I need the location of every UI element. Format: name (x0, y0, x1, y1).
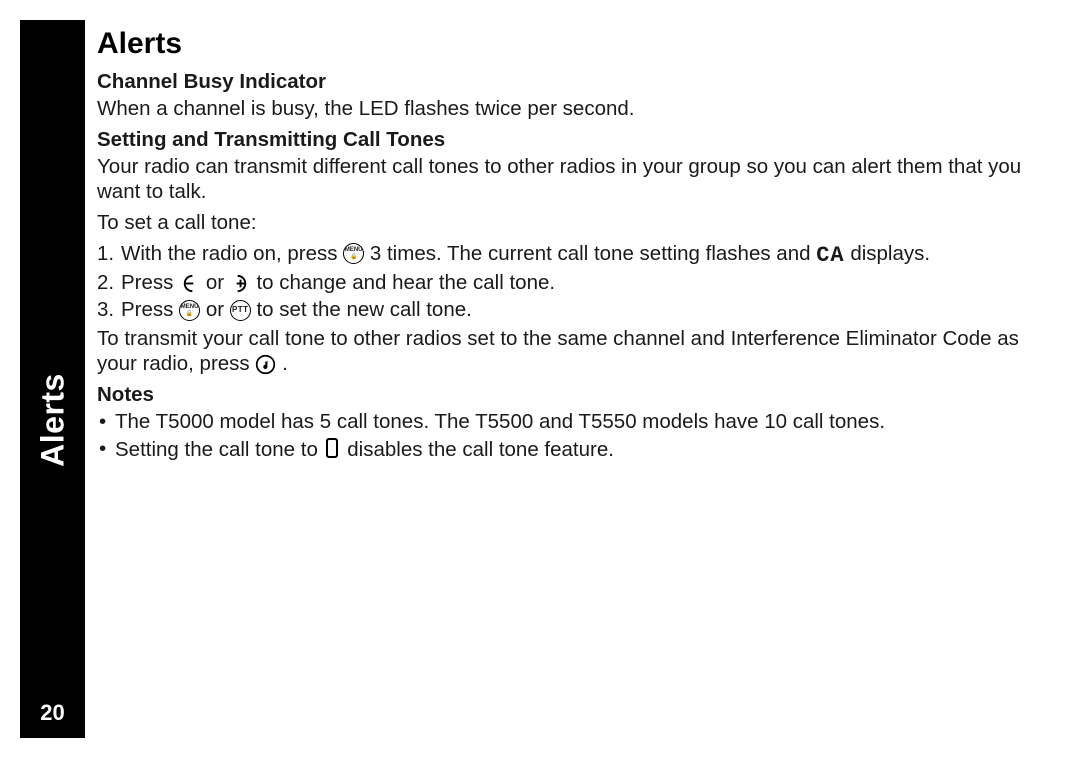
note-2-text-b: disables the call tone feature. (347, 438, 614, 461)
step-1-text-c: displays. (850, 242, 930, 265)
para-call-tones-intro: Your radio can transmit different call t… (97, 154, 1050, 204)
plus-arrow-icon (230, 273, 251, 294)
transmit-text-b: . (282, 352, 288, 375)
subhead-call-tones: Setting and Transmitting Call Tones (97, 127, 1050, 152)
para-transmit: To transmit your call tone to other radi… (97, 326, 1050, 376)
step-3-text-c: to set the new call tone. (256, 298, 471, 321)
note-2: Setting the call tone to disables the ca… (97, 436, 1050, 462)
step-2-text-c: to change and hear the call tone. (256, 271, 555, 294)
notes-list: The T5000 model has 5 call tones. The T5… (97, 409, 1050, 462)
subhead-channel-busy: Channel Busy Indicator (97, 69, 1050, 94)
menu-button-icon: MENU🔒 (179, 300, 200, 321)
step-2: 2. Press or to change and hear the call … (97, 270, 1050, 295)
steps-list: 1. With the radio on, press MENU🔒 3 time… (97, 241, 1050, 323)
page-content: Alerts Channel Busy Indicator When a cha… (97, 26, 1050, 464)
sidebar-section-label: Alerts (34, 373, 71, 467)
page: Alerts 20 Alerts Channel Busy Indicator … (0, 0, 1080, 758)
step-1: 1. With the radio on, press MENU🔒 3 time… (97, 241, 1050, 269)
step-2-text-a: Press (121, 271, 179, 294)
page-number: 20 (40, 700, 64, 726)
step-2-text-b: or (206, 271, 230, 294)
zero-display-glyph (326, 438, 338, 458)
step-1-text-a: With the radio on, press (121, 242, 343, 265)
step-1-text-b: 3 times. The current call tone setting f… (370, 242, 816, 265)
para-channel-busy: When a channel is busy, the LED flashes … (97, 96, 1050, 121)
sidebar: Alerts 20 (20, 20, 85, 738)
transmit-text-a: To transmit your call tone to other radi… (97, 327, 1019, 375)
ca-display-glyph: CA (816, 243, 844, 270)
note-1: The T5000 model has 5 call tones. The T5… (97, 409, 1050, 434)
ptt-button-icon: PTT (230, 300, 251, 321)
page-title: Alerts (97, 26, 1050, 63)
para-call-tones-lead: To set a call tone: (97, 210, 1050, 235)
note-2-text-a: Setting the call tone to (115, 438, 324, 461)
step-3-text-a: Press (121, 298, 179, 321)
subhead-notes: Notes (97, 382, 1050, 407)
minus-arrow-icon (179, 273, 200, 294)
step-3: 3. Press MENU🔒 or PTT to set the new cal… (97, 297, 1050, 322)
menu-button-icon: MENU🔒 (343, 243, 364, 264)
call-tone-button-icon (255, 354, 276, 375)
step-3-text-b: or (206, 298, 230, 321)
